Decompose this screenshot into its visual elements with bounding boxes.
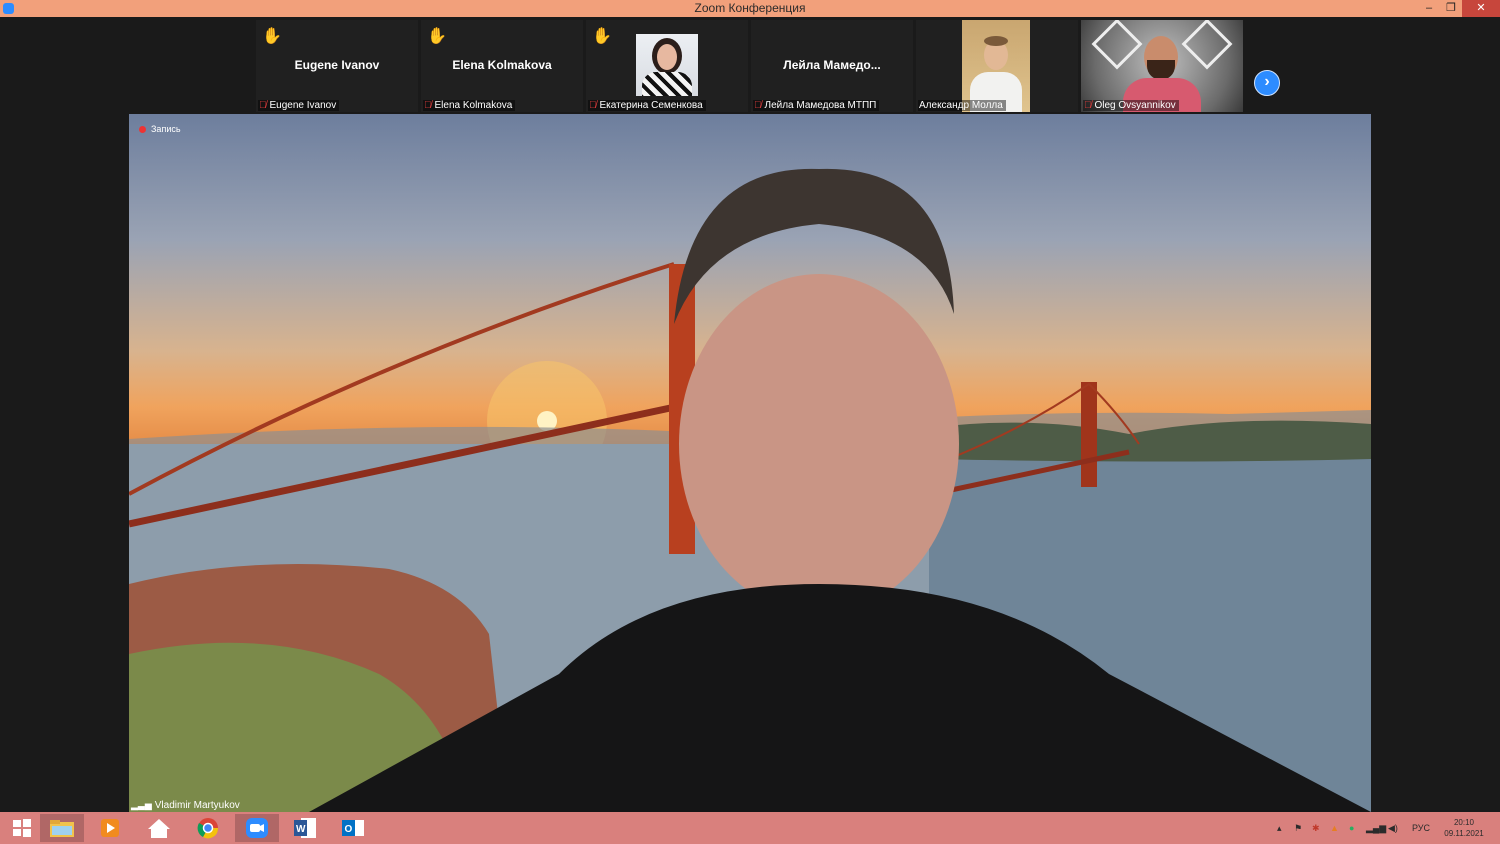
- antivirus-icon[interactable]: ✱: [1312, 812, 1320, 844]
- start-button[interactable]: [0, 814, 44, 842]
- participant-display-name: Eugene Ivanov: [294, 58, 380, 72]
- participant-label-text: Лейла Мамедова МТПП: [764, 100, 877, 111]
- main-speaker-video: Запись ▂▃▅ Vladimir Martyukov: [129, 114, 1371, 812]
- participant-label: 🎙̸ Oleg Ovsyannikov: [1083, 100, 1179, 111]
- chrome-button[interactable]: [186, 814, 230, 842]
- restore-button[interactable]: ❐: [1440, 0, 1462, 17]
- participant-tile[interactable]: 🎙̸ Oleg Ovsyannikov: [1081, 20, 1243, 112]
- muted-mic-icon: 🎙̸: [754, 100, 762, 111]
- file-explorer-button[interactable]: [40, 814, 84, 842]
- start-icon: [13, 819, 31, 837]
- raised-hand-icon: ✋: [427, 28, 447, 45]
- muted-mic-icon: 🎙̸: [589, 100, 597, 111]
- participant-label: 🎙̸ Екатерина Семенкова: [588, 100, 706, 111]
- participant-tile[interactable]: Лейла Мамедо... 🎙̸ Лейла Мамедова МТПП: [751, 20, 913, 112]
- participant-label-text: Elena Kolmakova: [434, 100, 513, 111]
- participant-video: [636, 34, 698, 96]
- next-page-button[interactable]: ›: [1254, 70, 1280, 96]
- participant-display-name: Лейла Мамедо...: [783, 58, 881, 72]
- participant-tile[interactable]: ✋ Eugene Ivanov 🎙̸ Eugene Ivanov: [256, 20, 418, 112]
- participant-tile[interactable]: ✋ 🎙̸ Екатерина Семенкова: [586, 20, 748, 112]
- participant-label-text: Александр Молла: [919, 100, 1003, 111]
- participant-video: [962, 20, 1030, 112]
- chrome-icon: [197, 818, 219, 839]
- participant-label: 🎙̸ Лейла Мамедова МТПП: [753, 100, 880, 111]
- clock-date: 09.11.2021: [1444, 829, 1484, 838]
- show-hidden-icons-chevron-icon[interactable]: ▴: [1277, 812, 1282, 844]
- volume-icon[interactable]: ◀): [1388, 812, 1398, 844]
- speaker-name-label: ▂▃▅ Vladimir Martyukov: [131, 800, 240, 811]
- outlook-icon: O: [342, 820, 364, 836]
- file-explorer-icon: [50, 820, 74, 837]
- participant-label-text: Eugene Ivanov: [269, 100, 337, 111]
- warning-icon[interactable]: ▲: [1330, 812, 1339, 844]
- participant-display-name: Elena Kolmakova: [452, 58, 552, 72]
- minimize-button[interactable]: –: [1418, 0, 1440, 17]
- flag-icon[interactable]: ⚑: [1294, 812, 1302, 844]
- language-indicator[interactable]: РУС: [1412, 812, 1430, 844]
- speaker-name: Vladimir Martyukov: [154, 800, 240, 811]
- participant-label-text: Oleg Ovsyannikov: [1094, 100, 1176, 111]
- sync-icon[interactable]: ●: [1349, 812, 1354, 844]
- system-clock[interactable]: 20:10 09.11.2021: [1436, 817, 1492, 839]
- home-icon: [148, 819, 170, 838]
- zoom-icon: [246, 818, 268, 838]
- close-button[interactable]: ✕: [1462, 0, 1500, 17]
- participant-label: 🎙̸ Eugene Ivanov: [258, 100, 340, 111]
- raised-hand-icon: ✋: [592, 28, 612, 45]
- outlook-button[interactable]: O: [331, 814, 375, 842]
- media-player-button[interactable]: [88, 814, 132, 842]
- signal-strength-icon: ▂▃▅: [131, 800, 152, 810]
- windows-taskbar: W O ▴ ⚑ ✱ ▲ ● ▂▄▆ ◀) РУС 20:10 09.11.202…: [0, 812, 1500, 844]
- muted-mic-icon: 🎙̸: [424, 100, 432, 111]
- zoom-taskbar-button[interactable]: [235, 814, 279, 842]
- title-bar: Zoom Конференция – ❐ ✕: [0, 0, 1500, 17]
- home-button[interactable]: [137, 814, 181, 842]
- window-title: Zoom Конференция: [694, 1, 806, 15]
- record-icon: [139, 126, 146, 134]
- word-icon: W: [294, 818, 316, 838]
- clock-time: 20:10: [1453, 818, 1475, 827]
- participant-tile[interactable]: ✋ Elena Kolmakova 🎙̸ Elena Kolmakova: [421, 20, 583, 112]
- network-signal-icon[interactable]: ▂▄▆: [1366, 812, 1386, 844]
- media-player-icon: [101, 819, 119, 837]
- participant-strip: ✋ Eugene Ivanov 🎙̸ Eugene Ivanov ✋ Elena …: [0, 17, 1500, 114]
- recording-indicator: Запись: [139, 124, 181, 134]
- recording-label: Запись: [151, 124, 181, 134]
- svg-text:O: O: [345, 824, 353, 835]
- muted-mic-icon: 🎙̸: [1084, 100, 1092, 111]
- virtual-background: [129, 168, 1371, 812]
- participant-video: [1081, 20, 1243, 112]
- participant-label: Александр Молла: [918, 100, 1006, 111]
- participant-tile[interactable]: Александр Молла: [916, 20, 1078, 112]
- participant-label-text: Екатерина Семенкова: [599, 100, 703, 111]
- participant-label: 🎙̸ Elena Kolmakova: [423, 100, 516, 111]
- svg-text:W: W: [296, 824, 306, 835]
- muted-mic-icon: 🎙̸: [259, 100, 267, 111]
- word-button[interactable]: W: [283, 814, 327, 842]
- raised-hand-icon: ✋: [262, 28, 282, 45]
